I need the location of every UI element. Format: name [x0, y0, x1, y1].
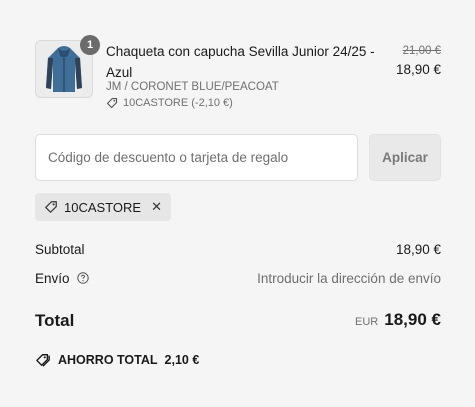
- jacket-icon: [46, 46, 82, 92]
- discounted-price: 18,90 €: [395, 62, 441, 77]
- apply-button[interactable]: Aplicar: [369, 134, 441, 181]
- subtotal-value: 18,90 €: [395, 242, 441, 257]
- info-icon[interactable]: [77, 272, 89, 284]
- product-variant: JM / CORONET BLUE/PEACOAT: [106, 81, 279, 93]
- item-discount-text: 10CASTORE (-2,10 €): [123, 97, 233, 109]
- currency-code: EUR: [355, 316, 379, 328]
- discount-code-input[interactable]: [35, 134, 358, 181]
- total-amount: 18,90 €: [384, 310, 441, 329]
- original-price: 21,00 €: [402, 45, 441, 57]
- product-name: Chaqueta con capucha Sevilla Junior 24/2…: [106, 44, 375, 80]
- shipping-label: Envío: [35, 271, 70, 286]
- quantity-badge: 1: [80, 35, 100, 55]
- remove-code-icon[interactable]: ✕: [151, 199, 162, 215]
- total-label: Total: [35, 311, 75, 330]
- savings-label: AHORRO TOTAL: [58, 353, 158, 367]
- savings-tag-icon: [36, 354, 50, 367]
- item-discount: 10CASTORE (-2,10 €): [106, 97, 233, 109]
- order-summary: 1 Chaqueta con capucha Sevilla Junior 24…: [0, 0, 475, 407]
- savings-value: 2,10 €: [164, 353, 200, 367]
- applied-code-tag: 10CASTORE ✕: [35, 193, 171, 221]
- applied-code-label: 10CASTORE: [64, 199, 142, 215]
- tag-icon: [45, 201, 57, 213]
- subtotal-label: Subtotal: [35, 242, 85, 257]
- total-value-group: EUR 18,90 €: [355, 310, 441, 330]
- total-savings: AHORRO TOTAL 2,10 €: [35, 353, 199, 367]
- shipping-value: Introducir la dirección de envío: [257, 271, 441, 286]
- shipping-row-label: Envío: [35, 271, 89, 286]
- tag-icon: [106, 97, 118, 109]
